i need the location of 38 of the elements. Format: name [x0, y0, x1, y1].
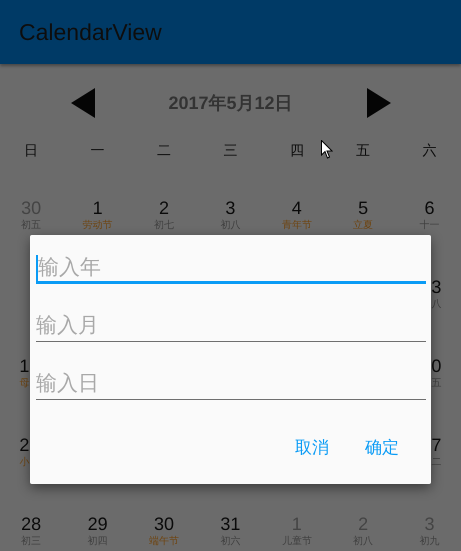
day-number[interactable]: 5	[358, 198, 368, 218]
app-title: CalendarView	[19, 18, 162, 46]
weekday-label: 五	[356, 142, 370, 160]
day-number[interactable]: 7	[431, 435, 442, 455]
day-number[interactable]: 31	[220, 514, 240, 534]
lunar-date: 青年节	[282, 219, 312, 233]
day-number[interactable]: 30	[154, 514, 174, 534]
day-number[interactable]: 29	[88, 514, 108, 534]
input-field[interactable]: 输入年	[36, 255, 426, 284]
day-number[interactable]: 2	[19, 435, 30, 455]
day-number[interactable]: 3	[225, 198, 236, 218]
previous-month-button[interactable]	[70, 88, 94, 118]
weekday-label: 日	[24, 142, 38, 160]
weekday-label: 三	[223, 142, 238, 160]
weekday-label: 一	[90, 142, 105, 160]
lunar-date: 劳动节	[82, 219, 113, 233]
day-number[interactable]: 0	[431, 356, 442, 376]
day-number[interactable]: 3	[431, 277, 442, 297]
lunar-date: 母	[19, 377, 30, 391]
day-number[interactable]: 1	[19, 356, 30, 376]
input-field[interactable]: 输入日	[36, 371, 426, 400]
input-field[interactable]: 输入月	[36, 313, 426, 342]
lunar-date: 端午节	[148, 535, 179, 549]
day-number[interactable]: 2	[158, 198, 169, 218]
day-number[interactable]: 4	[292, 198, 302, 218]
calendar-title: 2017年5月12日	[167, 92, 294, 115]
day-number[interactable]: 6	[424, 198, 435, 218]
weekday-label: 二	[156, 142, 171, 160]
next-month-button[interactable]	[366, 88, 390, 118]
lunar-date: 小	[19, 456, 30, 470]
cancel-button[interactable]: 取消	[283, 430, 341, 465]
confirm-button[interactable]: 确定	[353, 430, 411, 465]
weekday-label: 四	[290, 142, 304, 160]
pointer-icon	[321, 140, 333, 159]
lunar-date: 立夏	[353, 219, 374, 233]
weekday-label: 六	[422, 142, 437, 160]
day-number[interactable]: 28	[21, 514, 42, 534]
day-number[interactable]: 1	[92, 198, 103, 218]
